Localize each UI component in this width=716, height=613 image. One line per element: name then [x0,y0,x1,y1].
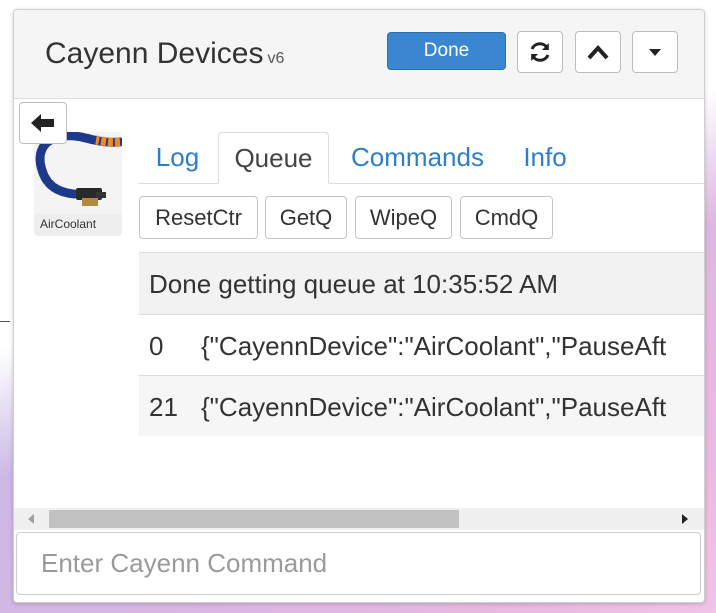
version-badge: v6 [267,50,285,67]
refresh-icon [530,42,550,62]
queue-row-index: 0 [149,331,164,361]
device-photo [34,132,122,214]
panel-header: Cayenn Devices v6 Done [14,10,704,99]
tab-commands[interactable]: Commands [335,132,500,183]
queue-row-content: {"CayennDevice":"AirCoolant","PauseAft [201,392,667,422]
device-card[interactable]: AirCoolant [34,132,122,236]
table-row[interactable]: 21 {"CayennDevice":"AirCoolant","PauseAf… [139,375,704,436]
tab-log[interactable]: Log [139,132,216,183]
scroll-left-icon[interactable] [26,513,36,525]
scroll-right-icon[interactable] [680,513,690,525]
menu-dropdown-button[interactable] [632,31,678,73]
queue-table: Done getting queue at 10:35:52 AM 0 {"Ca… [139,252,704,436]
get-queue-button[interactable]: GetQ [265,196,347,239]
tab-bar: Log Queue Commands Info [139,132,704,184]
caret-down-icon [649,49,661,56]
done-button[interactable]: Done [387,32,506,70]
cayenn-command-input[interactable] [16,532,701,595]
reset-counter-button[interactable]: ResetCtr [139,196,258,239]
queue-row-content: {"CayennDevice":"AirCoolant","PauseAft [201,331,667,361]
wipe-queue-button[interactable]: WipeQ [355,196,452,239]
tab-info[interactable]: Info [504,132,586,183]
scrollbar-thumb[interactable] [49,510,459,528]
device-name: AirCoolant [40,217,97,231]
title-text: Cayenn Devices [45,37,264,70]
queue-status-text: Done getting queue at 10:35:52 AM [149,269,559,299]
arrow-left-icon [31,114,54,132]
refresh-button[interactable] [517,31,563,73]
table-row[interactable]: 0 {"CayennDevice":"AirCoolant","PauseAft [139,314,704,375]
back-button[interactable] [19,102,67,144]
collapse-button[interactable] [575,31,621,73]
horizontal-scrollbar[interactable] [14,508,704,530]
queue-status-row: Done getting queue at 10:35:52 AM [139,252,704,314]
tab-queue[interactable]: Queue [218,132,329,184]
cayenn-panel: Cayenn Devices v6 Done AirCoolant Log Qu… [13,9,705,603]
page-title: Cayenn Devices v6 [45,37,284,71]
queue-row-index: 21 [149,392,178,422]
backdrop-line [0,321,10,322]
cmd-queue-button[interactable]: CmdQ [460,196,553,239]
chevron-up-icon [587,45,609,60]
